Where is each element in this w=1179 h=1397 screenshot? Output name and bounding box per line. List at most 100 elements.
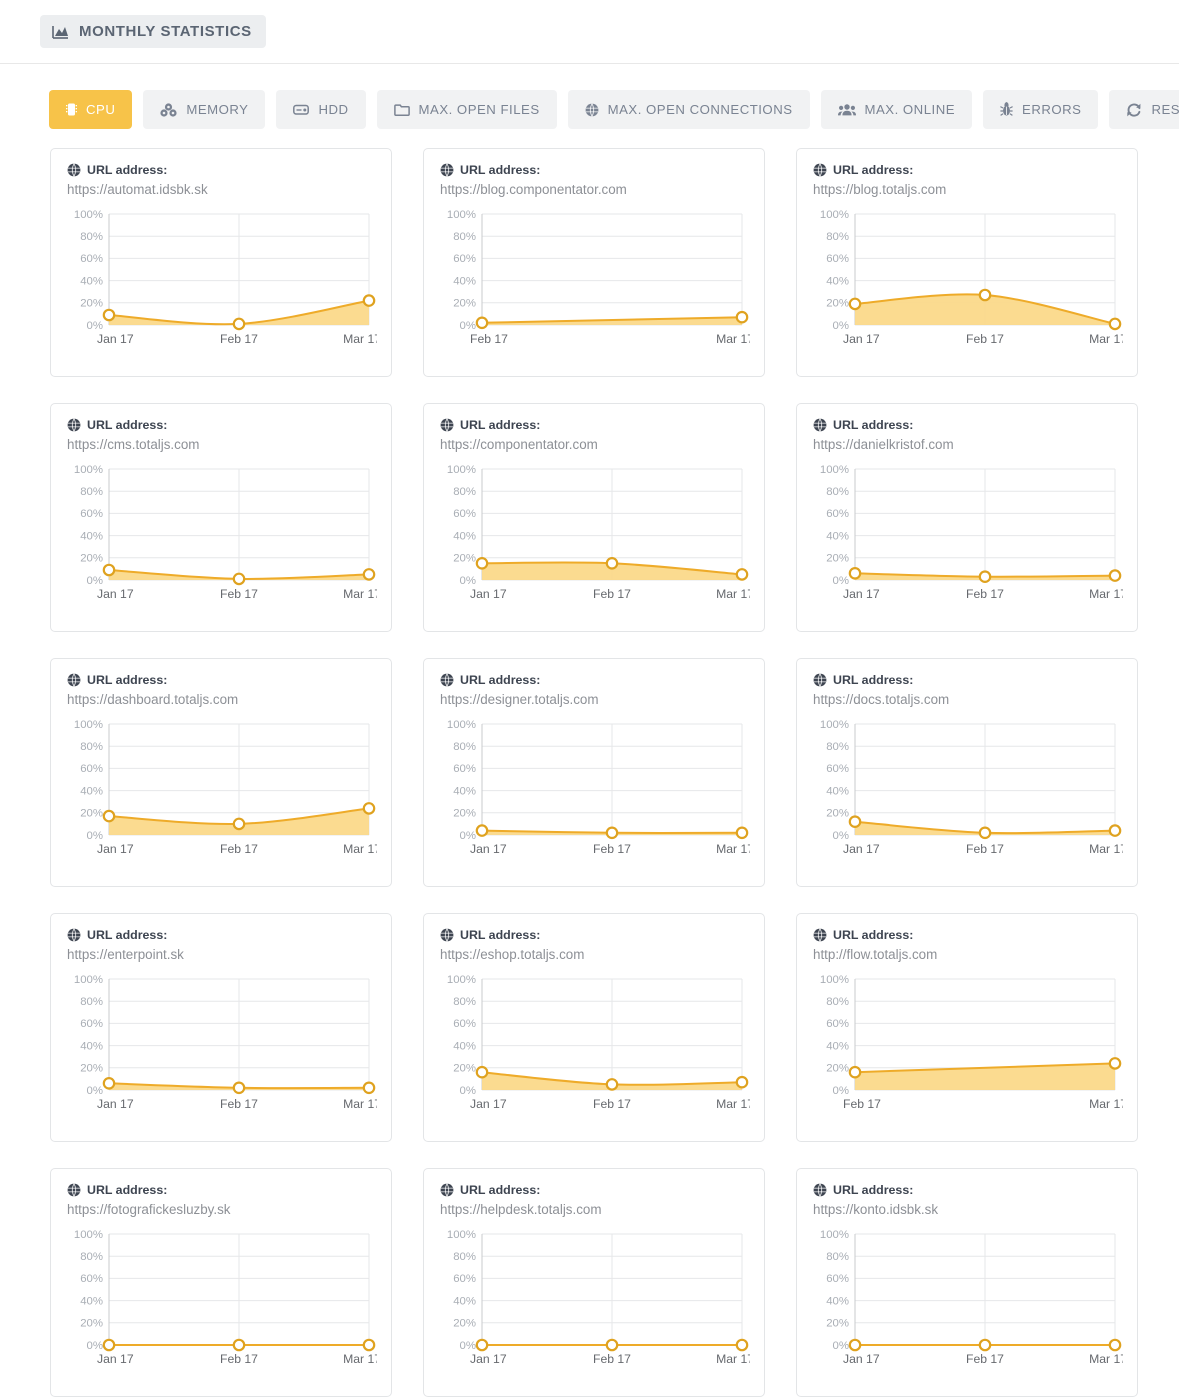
statistics-card[interactable]: URL address: https://blog.totaljs.com 100%… <box>796 148 1138 377</box>
statistics-card-grid: URL address: https://automat.idsbk.sk 100%… <box>0 129 1179 1397</box>
statistics-card[interactable]: URL address: https://automat.idsbk.sk 100%… <box>50 148 392 377</box>
statistics-card[interactable]: URL address: https://docs.totaljs.com 100%… <box>796 658 1138 887</box>
site-url[interactable]: https://dashboard.totaljs.com <box>67 692 375 707</box>
svg-text:Feb 17: Feb 17 <box>470 332 508 346</box>
svg-text:0%: 0% <box>833 1085 849 1097</box>
globe-icon <box>67 418 81 432</box>
statistics-card[interactable]: URL address: https://fotografickesluzby.s… <box>50 1168 392 1397</box>
site-url[interactable]: https://blog.componentator.com <box>440 182 748 197</box>
svg-text:80%: 80% <box>80 996 103 1008</box>
tab-label: MAX. OPEN FILES <box>418 102 540 117</box>
area-chart-icon <box>52 25 69 39</box>
svg-text:Jan 17: Jan 17 <box>97 1097 134 1111</box>
svg-text:Mar 17: Mar 17 <box>716 842 750 856</box>
url-address-label-text: URL address: <box>460 928 541 942</box>
statistics-card[interactable]: URL address: https://cms.totaljs.com 100% 8… <box>50 403 392 632</box>
svg-text:100%: 100% <box>447 719 476 731</box>
svg-text:Jan 17: Jan 17 <box>97 332 134 346</box>
tab-memory[interactable]: MEMORY <box>143 90 266 129</box>
svg-text:100%: 100% <box>447 464 476 476</box>
svg-text:20%: 20% <box>453 298 476 310</box>
metric-tabbar: CPU MEMORY HDD MAX. OPEN FILES MAX. OPEN … <box>0 64 1179 129</box>
statistics-card[interactable]: URL address: https://componentator.com 100… <box>423 403 765 632</box>
site-url[interactable]: https://cms.totaljs.com <box>67 437 375 452</box>
site-url[interactable]: https://helpdesk.totaljs.com <box>440 1202 748 1217</box>
tab-cpu[interactable]: CPU <box>49 90 133 129</box>
usage-area-chart: 100% 80% 60% 40% 20% 0%Jan 17 Feb 17 Mar 17 <box>67 716 377 861</box>
statistics-card[interactable]: URL address: https://konto.idsbk.sk 100% 80… <box>796 1168 1138 1397</box>
site-url[interactable]: http://flow.totaljs.com <box>813 947 1121 962</box>
tab-errors[interactable]: ERRORS <box>983 90 1099 129</box>
url-address-label-text: URL address: <box>460 673 541 687</box>
statistics-card[interactable]: URL address: https://designer.totaljs.com… <box>423 658 765 887</box>
site-url[interactable]: https://designer.totaljs.com <box>440 692 748 707</box>
site-url[interactable]: https://componentator.com <box>440 437 748 452</box>
svg-text:Mar 17: Mar 17 <box>343 332 377 346</box>
svg-text:100%: 100% <box>74 974 103 986</box>
statistics-card[interactable]: URL address: http://flow.totaljs.com 100% 8… <box>796 913 1138 1142</box>
svg-text:60%: 60% <box>826 1018 849 1030</box>
tab-restarts[interactable]: RESTARTS <box>1109 90 1179 129</box>
svg-text:60%: 60% <box>80 763 103 775</box>
usage-area-chart: 100% 80% 60% 40% 20% 0%Jan 17 Feb 17 Mar 17 <box>67 1226 377 1371</box>
svg-text:Mar 17: Mar 17 <box>343 1097 377 1111</box>
svg-text:0%: 0% <box>833 575 849 587</box>
svg-text:Feb 17: Feb 17 <box>966 1352 1004 1366</box>
svg-text:40%: 40% <box>453 530 476 542</box>
usage-area-chart: 100% 80% 60% 40% 20% 0%Jan 17 Feb 17 Mar 17 <box>440 461 750 606</box>
globe-icon <box>813 673 827 687</box>
svg-text:Jan 17: Jan 17 <box>843 332 880 346</box>
site-url[interactable]: https://fotografickesluzby.sk <box>67 1202 375 1217</box>
statistics-card[interactable]: URL address: https://eshop.totaljs.com 100… <box>423 913 765 1142</box>
svg-text:0%: 0% <box>460 320 476 332</box>
site-url[interactable]: https://enterpoint.sk <box>67 947 375 962</box>
site-url[interactable]: https://danielkristof.com <box>813 437 1121 452</box>
usage-area-chart: 100% 80% 60% 40% 20% 0%Jan 17 Feb 17 Mar 17 <box>440 716 750 861</box>
statistics-card[interactable]: URL address: https://enterpoint.sk 100% 80%… <box>50 913 392 1142</box>
site-url[interactable]: https://konto.idsbk.sk <box>813 1202 1121 1217</box>
svg-text:20%: 20% <box>826 808 849 820</box>
svg-text:0%: 0% <box>87 1085 103 1097</box>
svg-text:Mar 17: Mar 17 <box>343 587 377 601</box>
site-url[interactable]: https://eshop.totaljs.com <box>440 947 748 962</box>
svg-text:Jan 17: Jan 17 <box>843 587 880 601</box>
tab-max-open-files[interactable]: MAX. OPEN FILES <box>376 90 557 129</box>
globe-icon <box>813 163 827 177</box>
tab-max-open-connections[interactable]: MAX. OPEN CONNECTIONS <box>567 90 810 129</box>
globe-icon <box>440 1183 454 1197</box>
statistics-card[interactable]: URL address: https://helpdesk.totaljs.com… <box>423 1168 765 1397</box>
svg-text:100%: 100% <box>820 209 849 221</box>
site-url[interactable]: https://automat.idsbk.sk <box>67 182 375 197</box>
svg-text:100%: 100% <box>74 719 103 731</box>
url-address-label: URL address: <box>813 673 1121 687</box>
svg-text:Feb 17: Feb 17 <box>966 332 1004 346</box>
svg-text:Jan 17: Jan 17 <box>470 1097 507 1111</box>
svg-text:Jan 17: Jan 17 <box>843 842 880 856</box>
url-address-label-text: URL address: <box>87 1183 168 1197</box>
memory-chips-icon <box>160 102 177 117</box>
svg-text:40%: 40% <box>80 785 103 797</box>
svg-text:80%: 80% <box>80 741 103 753</box>
tab-label: HDD <box>318 102 349 117</box>
tab-max-online[interactable]: MAX. ONLINE <box>820 90 973 129</box>
svg-text:Mar 17: Mar 17 <box>1089 842 1123 856</box>
site-url[interactable]: https://docs.totaljs.com <box>813 692 1121 707</box>
svg-text:40%: 40% <box>453 1040 476 1052</box>
url-address-label: URL address: <box>440 673 748 687</box>
svg-text:60%: 60% <box>80 253 103 265</box>
tab-label: MAX. OPEN CONNECTIONS <box>607 102 793 117</box>
statistics-card[interactable]: URL address: https://dashboard.totaljs.co… <box>50 658 392 887</box>
tab-hdd[interactable]: HDD <box>276 90 366 129</box>
usage-area-chart: 100% 80% 60% 40% 20% 0%Jan 17 Feb 17 Mar 17 <box>440 1226 750 1371</box>
svg-text:40%: 40% <box>453 275 476 287</box>
site-url[interactable]: https://blog.totaljs.com <box>813 182 1121 197</box>
svg-text:80%: 80% <box>826 231 849 243</box>
svg-text:Mar 17: Mar 17 <box>1089 587 1123 601</box>
statistics-card[interactable]: URL address: https://danielkristof.com 100… <box>796 403 1138 632</box>
svg-text:80%: 80% <box>826 486 849 498</box>
url-address-label: URL address: <box>67 1183 375 1197</box>
statistics-card[interactable]: URL address: https://blog.componentator.c… <box>423 148 765 377</box>
svg-text:60%: 60% <box>453 1018 476 1030</box>
usage-area-chart: 100% 80% 60% 40% 20% 0%Jan 17 Feb 17 Mar 17 <box>813 461 1123 606</box>
svg-text:Feb 17: Feb 17 <box>966 587 1004 601</box>
